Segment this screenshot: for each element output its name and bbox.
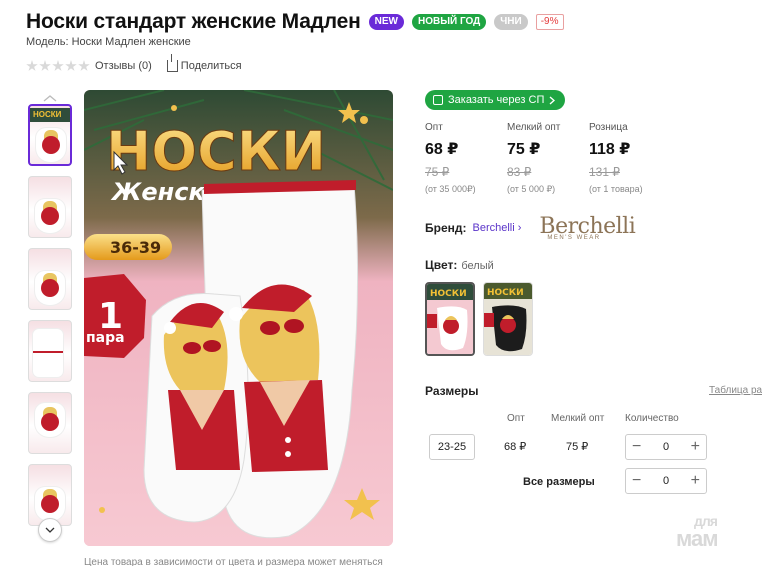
image-title: НОСКИ: [106, 120, 326, 183]
price-min: (от 1 товара): [589, 184, 643, 194]
size-option[interactable]: 23-25: [429, 434, 475, 460]
price-current: 68 ₽: [425, 141, 459, 158]
all-sizes-stepper: − 0 +: [625, 468, 707, 494]
order-sp-label: Заказать через СП: [448, 94, 545, 106]
svg-text:НОСКИ: НОСКИ: [487, 288, 524, 298]
thumbnail-6[interactable]: [28, 464, 72, 526]
watermark-logo: для мам: [676, 512, 718, 551]
price-label: Розница: [589, 122, 628, 133]
share-label: Поделиться: [180, 60, 242, 72]
thumbnail-1[interactable]: НОСКИ: [28, 104, 72, 166]
star-icon: [65, 60, 77, 71]
watermark-bottom: мам: [676, 526, 718, 551]
size-price-opt: 68 ₽: [504, 441, 527, 453]
price-label: Опт: [425, 122, 443, 133]
badge-new: NEW: [368, 14, 404, 30]
color-swatch-white[interactable]: НОСКИ: [425, 282, 475, 356]
brand-row: Бренд: Berchelli › Berchelli MEN'S WEAR: [425, 214, 649, 242]
share-icon: [166, 54, 178, 72]
price-old: 131 ₽: [589, 165, 620, 179]
cart-icon: [433, 95, 443, 105]
price-note: Цена товара в зависимости от цвета и раз…: [84, 557, 383, 566]
brand-logo-sub: MEN'S WEAR: [547, 235, 601, 241]
brand-label: Бренд:: [425, 221, 467, 235]
quantity-value[interactable]: 0: [663, 475, 669, 487]
thumbnail-5[interactable]: [28, 392, 72, 454]
sizes-title: Размеры: [425, 384, 479, 398]
price-min: (от 35 000₽): [425, 184, 476, 194]
plus-button[interactable]: +: [691, 473, 700, 489]
product-model: Модель: Носки Мадлен женские: [26, 36, 191, 48]
image-count-label: пара: [86, 330, 125, 346]
color-value: белый: [461, 260, 494, 272]
size-price-small-opt: 75 ₽: [566, 441, 589, 453]
thumbnail-2[interactable]: [28, 176, 72, 238]
price-old: 75 ₽: [425, 165, 450, 179]
price-current: 75 ₽: [507, 141, 541, 158]
share-button[interactable]: Поделиться: [166, 54, 242, 72]
thumbnail-label: НОСКИ: [33, 110, 62, 119]
header-opt: Опт: [507, 413, 525, 424]
chevron-right-icon: [549, 95, 556, 105]
product-photo: НОСКИ Женские 36-39 1 пара: [84, 90, 393, 546]
size-table-link[interactable]: Таблица раз: [709, 385, 762, 396]
reviews-link[interactable]: Отзывы (0): [95, 60, 152, 72]
header-quantity: Количество: [625, 413, 679, 424]
color-swatch-black[interactable]: НОСКИ: [483, 282, 533, 356]
thumbnail-4[interactable]: [28, 320, 72, 382]
price-table: Опт 68 ₽ 75 ₽ (от 35 000₽) Мелкий опт 75…: [425, 122, 671, 195]
all-sizes-label: Все размеры: [523, 476, 595, 488]
price-retail: Розница 118 ₽ 131 ₽ (от 1 товара): [589, 122, 671, 195]
badge-chni: ЧНИ: [494, 14, 528, 30]
price-label: Мелкий опт: [507, 122, 561, 133]
star-icon: [52, 60, 64, 71]
price-current: 118 ₽: [589, 141, 631, 158]
star-icon: [26, 60, 38, 71]
main-product-image[interactable]: НОСКИ Женские 36-39 1 пара: [84, 90, 393, 546]
rating-stars[interactable]: [26, 60, 90, 72]
thumbnail-3[interactable]: [28, 248, 72, 310]
title-row: Носки стандарт женские Мадлен NEW НОВЫЙ …: [26, 10, 564, 34]
price-min: (от 5 000 ₽): [507, 184, 556, 194]
quantity-value[interactable]: 0: [663, 441, 669, 453]
brand-logo[interactable]: Berchelli MEN'S WEAR: [539, 214, 649, 242]
chevron-down-icon[interactable]: [38, 518, 62, 542]
star-icon: [39, 60, 51, 71]
rating-row: Отзывы (0) Поделиться: [26, 54, 242, 72]
color-row: Цвет: белый: [425, 258, 494, 272]
badge-discount: -9%: [535, 14, 564, 30]
minus-button[interactable]: −: [632, 473, 641, 489]
order-sp-button[interactable]: Заказать через СП: [425, 90, 566, 110]
star-icon: [78, 60, 90, 71]
product-title: Носки стандарт женские Мадлен: [26, 10, 361, 33]
chevron-up-icon[interactable]: [40, 94, 60, 102]
price-small-wholesale: Мелкий опт 75 ₽ 83 ₽ (от 5 000 ₽): [507, 122, 589, 195]
plus-button[interactable]: +: [691, 439, 700, 455]
header-small-opt: Мелкий опт: [551, 413, 605, 424]
brand-name: Berchelli: [472, 222, 515, 234]
badge-new-year: НОВЫЙ ГОД: [411, 14, 487, 30]
color-label: Цвет:: [425, 258, 458, 272]
brand-link[interactable]: Berchelli ›: [473, 222, 522, 234]
quantity-stepper: − 0 +: [625, 434, 707, 460]
price-old: 83 ₽: [507, 165, 532, 179]
svg-text:НОСКИ: НОСКИ: [430, 289, 467, 299]
image-size: 36-39: [110, 238, 161, 257]
price-wholesale: Опт 68 ₽ 75 ₽ (от 35 000₽): [425, 122, 507, 195]
minus-button[interactable]: −: [632, 439, 641, 455]
